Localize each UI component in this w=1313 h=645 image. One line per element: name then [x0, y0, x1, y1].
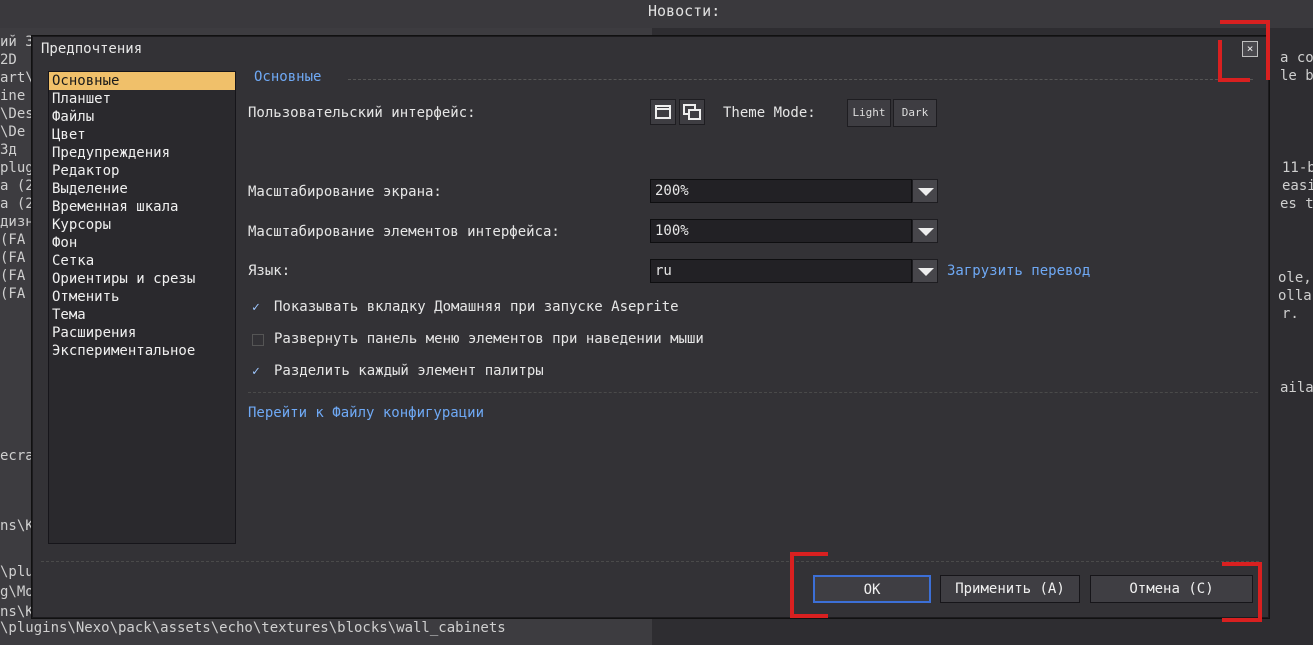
ui-label: Пользовательский интерфейс: — [248, 105, 476, 121]
ok-button[interactable]: OK — [813, 575, 931, 603]
ui-scaling-label: Масштабирование элементов интерфейса: — [248, 224, 560, 240]
checkbox-expand-menu[interactable] — [252, 334, 264, 346]
sidebar-item[interactable]: Редактор — [49, 162, 235, 180]
news-fragment: es the — [1280, 196, 1313, 212]
load-translation-link[interactable]: Загрузить перевод — [947, 263, 1090, 279]
multi-window-icon[interactable] — [679, 99, 705, 125]
sidebar-item[interactable]: Фон — [49, 234, 235, 252]
file-fragment: art\ — [0, 70, 34, 86]
news-fragment: ollabo — [1278, 288, 1313, 304]
news-fragment: 11-be — [1282, 160, 1313, 176]
file-fragment: ecra — [0, 448, 34, 464]
file-fragment: g\Mo — [0, 584, 34, 600]
file-fragment: \plu — [0, 564, 34, 580]
checkbox-label[interactable]: Развернуть панель меню элементов при нав… — [274, 331, 704, 347]
annotation-mark — [1222, 562, 1262, 622]
config-file-link[interactable]: Перейти к Файлу конфигурации — [248, 405, 484, 421]
language-select[interactable]: ru — [650, 259, 912, 283]
file-fragment: (FA — [0, 232, 26, 248]
sidebar-item[interactable]: Сетка — [49, 252, 235, 270]
screen-scaling-select[interactable]: 200% — [650, 179, 912, 203]
apply-button[interactable]: Применить (A) — [940, 575, 1080, 603]
annotation-mark — [1218, 40, 1250, 82]
annotation-mark — [790, 552, 828, 618]
single-window-icon[interactable] — [650, 99, 676, 125]
news-fragment: ailable — [1280, 380, 1313, 396]
news-fragment: le bet — [1280, 68, 1313, 84]
preferences-dialog: Предпочтения × Основные Планшет Файлы Цвет П… — [32, 36, 1269, 618]
chevron-down-icon[interactable] — [912, 219, 938, 243]
file-fragment: ine — [0, 88, 26, 104]
theme-dark-button[interactable]: Dark — [893, 99, 937, 127]
theme-light-button[interactable]: Light — [847, 99, 891, 127]
sidebar-item[interactable]: Планшет — [49, 90, 235, 108]
file-fragment: ns\K — [0, 604, 34, 620]
file-fragment: (FA — [0, 268, 26, 284]
sidebar-item[interactable]: Отменить — [49, 288, 235, 306]
theme-mode-label: Theme Mode: — [723, 105, 816, 121]
language-label: Язык: — [248, 263, 291, 279]
sidebar-item[interactable]: Курсоры — [49, 216, 235, 234]
sidebar-item[interactable]: Основные — [49, 72, 235, 90]
news-title: Новости: — [648, 2, 721, 20]
sidebar-item[interactable]: Экспериментальное — [49, 342, 235, 360]
sidebar-item[interactable]: Цвет — [49, 126, 235, 144]
file-fragment: \Des — [0, 106, 34, 122]
file-fragment: (FA — [0, 286, 26, 302]
section-title: Основные — [254, 69, 322, 85]
sidebar-item[interactable]: Выделение — [49, 180, 235, 198]
preferences-sidebar: Основные Планшет Файлы Цвет Предупреждения Ре… — [48, 71, 236, 544]
dialog-title: Предпочтения — [41, 41, 143, 57]
sidebar-item[interactable]: Временная шкала — [49, 198, 235, 216]
ui-scaling-select[interactable]: 100% — [650, 219, 912, 243]
checkbox-show-home[interactable]: ✓ — [252, 301, 264, 314]
section-divider — [248, 392, 1258, 393]
news-fragment: easi — [1282, 178, 1313, 194]
chevron-down-icon[interactable] — [912, 179, 938, 203]
background-path: \plugins\Nexo\pack\assets\echo\textures\… — [0, 620, 506, 636]
screen-scaling-label: Масштабирование экрана: — [248, 184, 442, 200]
checkbox-label[interactable]: Разделить каждый элемент палитры — [274, 363, 544, 379]
file-fragment: \De — [0, 124, 26, 140]
chevron-down-icon[interactable] — [912, 259, 938, 283]
file-fragment: а (2 — [0, 196, 34, 212]
footer-divider — [41, 561, 1259, 562]
sidebar-item[interactable]: Расширения — [49, 324, 235, 342]
file-fragment: 2D — [0, 52, 17, 68]
section-divider — [348, 79, 1253, 80]
sidebar-item[interactable]: Предупреждения — [49, 144, 235, 162]
sidebar-item[interactable]: Тема — [49, 306, 235, 324]
sidebar-item[interactable]: Ориентиры и срезы — [49, 270, 235, 288]
news-fragment: ole, wi — [1278, 270, 1313, 286]
checkbox-label[interactable]: Показывать вкладку Домашняя при запуске … — [274, 299, 679, 315]
checkbox-separate-palette[interactable]: ✓ — [252, 365, 264, 378]
preferences-content: Основные Пользовательский интерфейс: The… — [248, 69, 1258, 549]
news-fragment: r. — [1282, 306, 1299, 322]
file-fragment: 3д — [0, 142, 17, 158]
file-fragment: ns\K — [0, 518, 34, 534]
file-fragment: а (2 — [0, 178, 34, 194]
file-fragment: (FA — [0, 250, 26, 266]
news-fragment: a co — [1280, 50, 1313, 66]
file-fragment: дизн — [0, 214, 34, 230]
sidebar-item[interactable]: Файлы — [49, 108, 235, 126]
